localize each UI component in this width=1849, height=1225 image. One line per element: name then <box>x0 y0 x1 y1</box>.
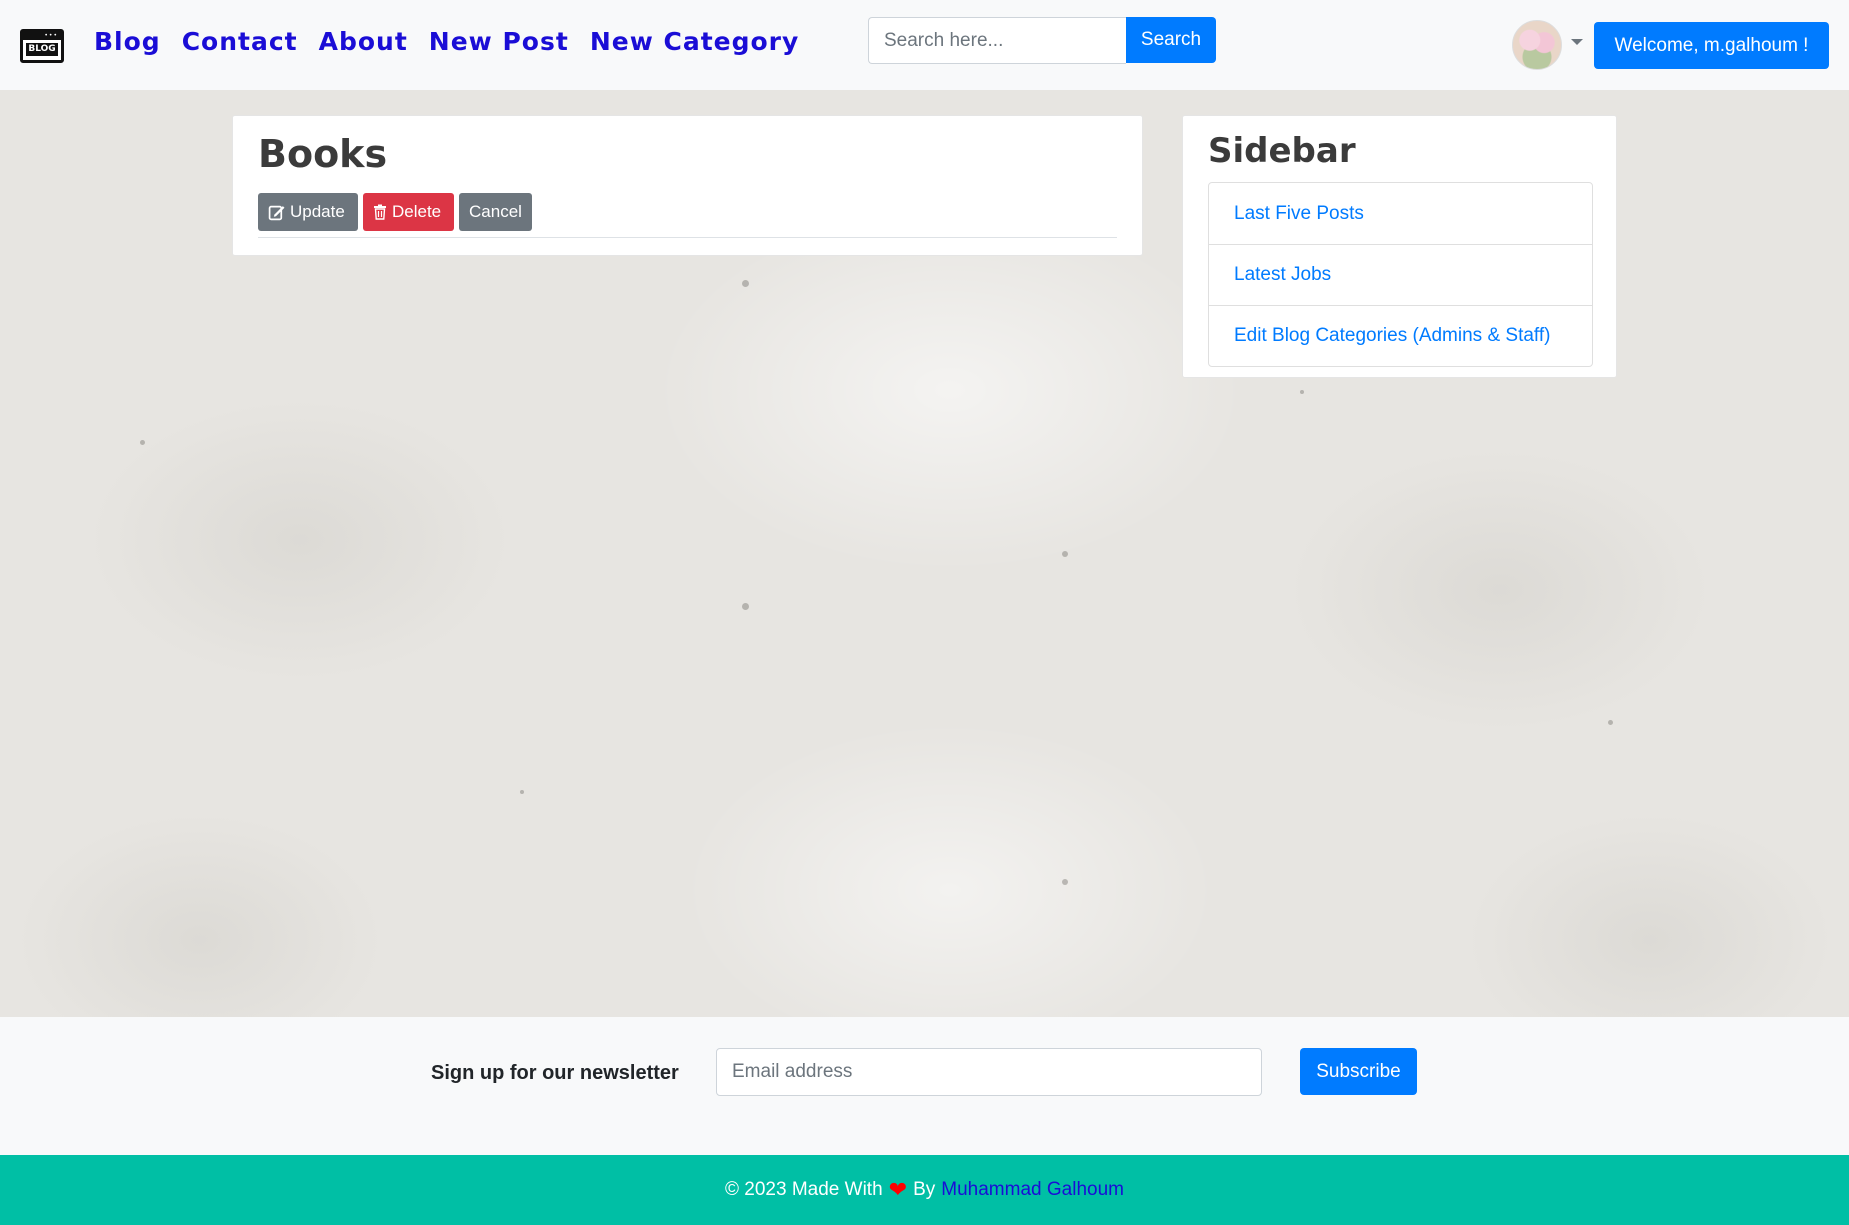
sidebar-item-latest-jobs: Latest Jobs <box>1209 244 1592 305</box>
sidebar-list: Last Five Posts Latest Jobs Edit Blog Ca… <box>1208 182 1593 367</box>
sidebar-item-edit-categories: Edit Blog Categories (Admins & Staff) <box>1209 305 1592 366</box>
search-input[interactable] <box>868 17 1126 64</box>
delete-label: Delete <box>392 202 442 221</box>
footer-by: By <box>913 1179 936 1200</box>
heart-icon: ❤ <box>888 1177 908 1202</box>
nav-link-blog[interactable]: Blog <box>94 27 161 56</box>
sidebar-link-latest-jobs[interactable]: Latest Jobs <box>1234 264 1331 286</box>
nav-link-contact[interactable]: Contact <box>182 27 298 56</box>
nav-links: Blog Contact About New Post New Category <box>94 27 799 56</box>
nav-link-about[interactable]: About <box>319 27 408 56</box>
cancel-button[interactable]: Cancel <box>459 193 532 231</box>
divider <box>258 237 1117 238</box>
nav-link-new-category[interactable]: New Category <box>590 27 800 56</box>
blog-logo-icon[interactable]: ••• BLOG <box>20 29 64 63</box>
search-button[interactable]: Search <box>1126 17 1216 63</box>
caret-down-icon[interactable] <box>1571 39 1583 45</box>
subscribe-button[interactable]: Subscribe <box>1300 1048 1417 1095</box>
trash-icon <box>374 204 386 220</box>
category-card: Books Update Delete Cancel <box>232 115 1143 256</box>
sidebar-item-last-five-posts: Last Five Posts <box>1209 183 1592 244</box>
delete-button[interactable]: Delete <box>363 193 454 231</box>
newsletter-label: Sign up for our newsletter <box>431 1062 679 1084</box>
footer: © 2023 Made With ❤ By Muhammad Galhoum <box>0 1155 1849 1225</box>
action-buttons: Update Delete Cancel <box>258 193 532 231</box>
update-button[interactable]: Update <box>258 193 358 231</box>
top-navbar: ••• BLOG Blog Contact About New Post New… <box>0 0 1849 90</box>
page-title: Books <box>258 132 388 176</box>
welcome-button[interactable]: Welcome, m.galhoum ! <box>1594 22 1829 69</box>
sidebar-title: Sidebar <box>1208 131 1356 171</box>
nav-link-new-post[interactable]: New Post <box>429 27 569 56</box>
user-avatar[interactable] <box>1512 20 1562 70</box>
sidebar-card: Sidebar Last Five Posts Latest Jobs Edit… <box>1182 115 1617 378</box>
footer-copyright: © 2023 Made With <box>725 1179 883 1200</box>
logo-text: BLOG <box>26 43 58 56</box>
email-field[interactable] <box>716 1048 1262 1096</box>
update-label: Update <box>290 202 345 221</box>
sidebar-link-edit-categories[interactable]: Edit Blog Categories (Admins & Staff) <box>1234 325 1550 347</box>
newsletter-section: Sign up for our newsletter Subscribe <box>0 1017 1849 1155</box>
author-link[interactable]: Muhammad Galhoum <box>941 1179 1124 1201</box>
sidebar-link-last-five-posts[interactable]: Last Five Posts <box>1234 203 1364 225</box>
edit-icon <box>268 205 285 220</box>
